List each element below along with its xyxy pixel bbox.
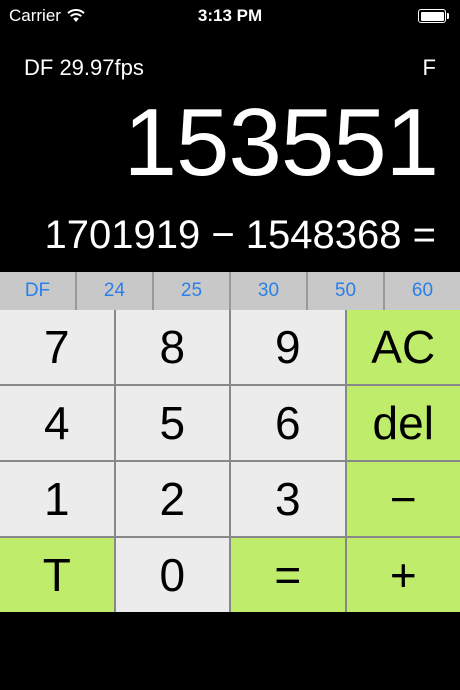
fps-selector: DF 24 25 30 50 60 <box>0 272 460 310</box>
fps-button-24[interactable]: 24 <box>77 272 152 310</box>
fps-button-25[interactable]: 25 <box>154 272 229 310</box>
key-1[interactable]: 1 <box>0 462 114 536</box>
expression-display: 1701919 − 1548368 = <box>44 213 436 257</box>
equals-button[interactable]: = <box>231 538 345 612</box>
key-3[interactable]: 3 <box>231 462 345 536</box>
key-6[interactable]: 6 <box>231 386 345 460</box>
timecode-button[interactable]: T <box>0 538 114 612</box>
key-5[interactable]: 5 <box>115 386 229 460</box>
plus-button[interactable]: + <box>346 538 460 612</box>
battery-icon <box>418 9 449 23</box>
key-7[interactable]: 7 <box>0 310 114 384</box>
key-4[interactable]: 4 <box>0 386 114 460</box>
key-8[interactable]: 8 <box>115 310 229 384</box>
keypad: 7 8 9 AC 4 5 6 del 1 2 3 − T 0 = + <box>0 310 460 612</box>
minus-button[interactable]: − <box>346 462 460 536</box>
mode-label: DF 29.97fps <box>24 55 144 80</box>
key-0[interactable]: 0 <box>115 538 229 612</box>
fps-button-50[interactable]: 50 <box>308 272 383 310</box>
key-9[interactable]: 9 <box>231 310 345 384</box>
format-label[interactable]: F <box>423 55 436 81</box>
delete-button[interactable]: del <box>346 386 460 460</box>
all-clear-button[interactable]: AC <box>346 310 460 384</box>
status-time: 3:13 PM <box>197 6 263 25</box>
key-2[interactable]: 2 <box>115 462 229 536</box>
fps-button-df[interactable]: DF <box>0 272 75 310</box>
fps-button-30[interactable]: 30 <box>231 272 306 310</box>
status-bar: Carrier 3:13 PM <box>0 0 460 32</box>
fps-button-60[interactable]: 60 <box>385 272 460 310</box>
result-display: 153551 <box>123 89 439 196</box>
